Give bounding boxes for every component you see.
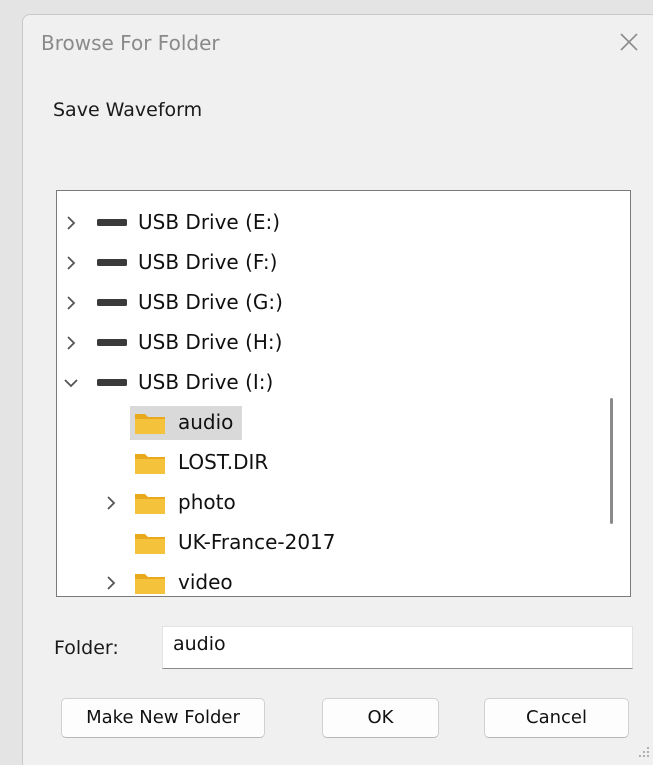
usb-drive-icon — [97, 379, 127, 386]
dialog-prompt: Save Waveform — [53, 99, 203, 121]
tree-item-label: photo — [178, 490, 236, 514]
folder-icon — [135, 574, 165, 594]
folder-icon — [135, 494, 165, 514]
tree-item-drive[interactable]: USB Drive (E:) — [57, 203, 597, 243]
tree-item-label: LOST.DIR — [178, 450, 269, 474]
tree-item-drive[interactable]: USB Drive (G:) — [57, 283, 597, 323]
browse-for-folder-dialog: Browse For Folder Save Waveform USB Driv… — [22, 14, 653, 765]
tree-item-drive[interactable]: USB Drive (F:) — [57, 243, 597, 283]
tree-scrollbar[interactable] — [610, 398, 613, 524]
folder-icon — [135, 534, 165, 554]
tree-item-label: USB Drive (H:) — [138, 330, 283, 354]
cancel-button[interactable]: Cancel — [484, 698, 629, 738]
tree-item-label: USB Drive (E:) — [138, 210, 281, 234]
resize-grip-icon[interactable] — [635, 743, 651, 759]
tree-item-label: UK-France-2017 — [178, 530, 336, 554]
usb-drive-icon — [97, 219, 127, 226]
usb-drive-icon — [97, 259, 127, 266]
chevron-down-icon[interactable] — [63, 373, 79, 393]
close-icon[interactable] — [618, 31, 640, 53]
chevron-right-icon[interactable] — [63, 213, 79, 233]
chevron-right-icon[interactable] — [103, 573, 119, 593]
tree-item-folder[interactable]: UK-France-2017 — [57, 523, 597, 563]
tree-item-label: USB Drive (I:) — [138, 370, 274, 394]
usb-drive-icon — [97, 339, 127, 346]
tree-item-drive[interactable]: USB Drive (I:) — [57, 363, 597, 403]
tree-item-folder[interactable]: audio — [57, 403, 597, 443]
tree-item-label: audio — [178, 410, 234, 434]
tree-item-label: video — [178, 570, 233, 594]
chevron-right-icon[interactable] — [103, 493, 119, 513]
ok-button[interactable]: OK — [322, 698, 439, 738]
tree-item-label: USB Drive (F:) — [138, 250, 278, 274]
folder-name-input[interactable] — [162, 626, 633, 669]
tree-item-folder[interactable]: LOST.DIR — [57, 443, 597, 483]
tree-item-folder[interactable]: video — [57, 563, 597, 596]
tree-item-label: USB Drive (G:) — [138, 290, 283, 314]
usb-drive-icon — [97, 299, 127, 306]
chevron-right-icon[interactable] — [63, 293, 79, 313]
make-new-folder-button[interactable]: Make New Folder — [61, 698, 265, 738]
chevron-right-icon[interactable] — [63, 253, 79, 273]
folder-icon — [135, 454, 165, 474]
folder-tree[interactable]: USB Drive (E:) USB Drive (F:) USB Drive (G… — [56, 190, 631, 597]
tree-item-folder[interactable]: photo — [57, 483, 597, 523]
folder-icon — [135, 414, 165, 434]
tree-item-drive[interactable]: USB Drive (H:) — [57, 323, 597, 363]
chevron-right-icon[interactable] — [63, 333, 79, 353]
dialog-title: Browse For Folder — [41, 31, 220, 55]
folder-label: Folder: — [54, 637, 119, 659]
